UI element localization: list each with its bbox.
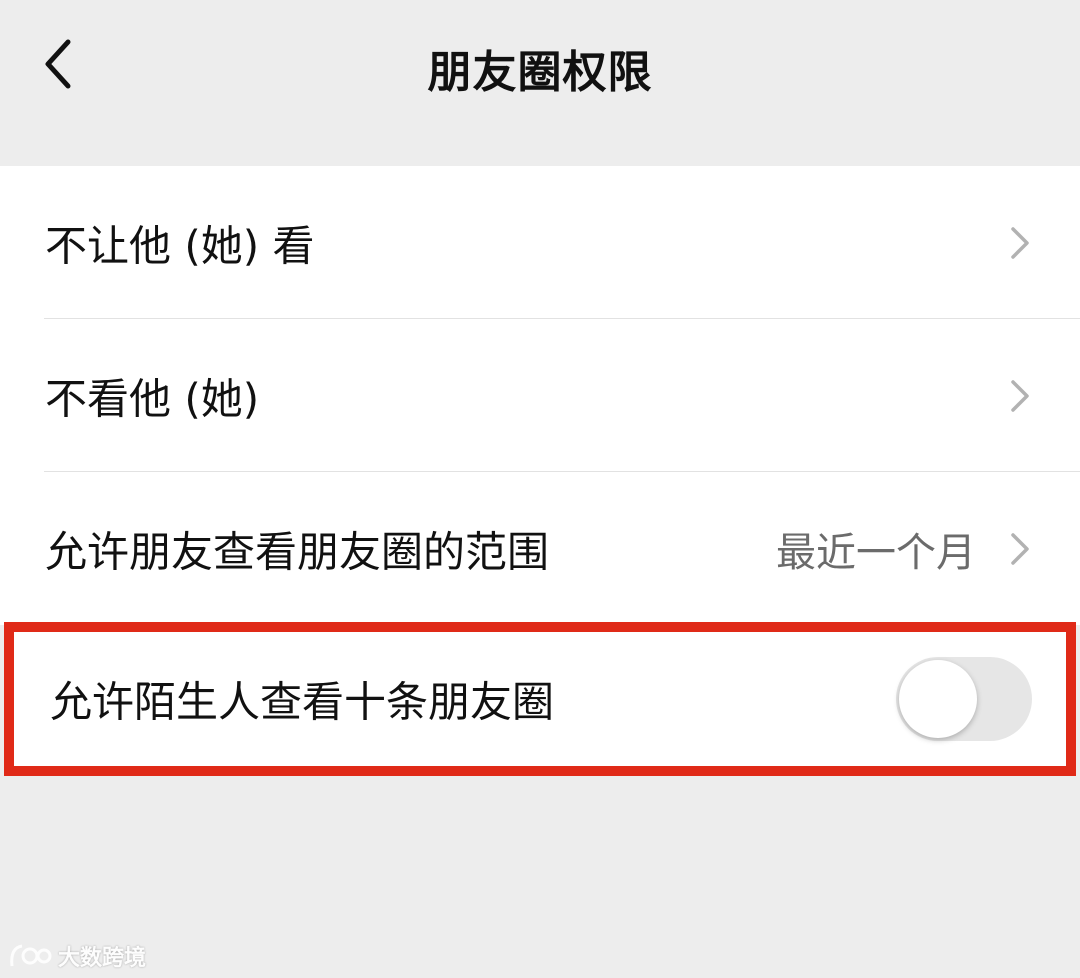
chevron-right-icon	[1008, 376, 1032, 416]
navigation-bar: 朋友圈权限	[0, 0, 1080, 140]
setting-label: 允许陌生人查看十条朋友圈	[50, 677, 555, 727]
chevron-right-icon	[1008, 529, 1032, 569]
settings-list: 不让他 (她) 看 不看他 (她) 允许朋友查看朋友圈的范围 最近一个月	[0, 166, 1080, 625]
stranger-view-toggle[interactable]	[896, 657, 1032, 741]
setting-row-hide-my-moments[interactable]: 不让他 (她) 看	[0, 166, 1080, 319]
setting-row-hide-their-moments[interactable]: 不看他 (她)	[0, 319, 1080, 472]
page-title: 朋友圈权限	[427, 47, 653, 98]
setting-row-stranger-ten-posts: 允许陌生人查看十条朋友圈	[4, 622, 1076, 776]
chevron-right-icon	[1008, 223, 1032, 263]
highlighted-section: 允许陌生人查看十条朋友圈	[0, 618, 1080, 776]
watermark: 大数跨境	[8, 940, 146, 972]
setting-label: 允许朋友查看朋友圈的范围	[45, 527, 550, 576]
setting-label: 不看他 (她)	[45, 374, 260, 423]
setting-row-visible-range[interactable]: 允许朋友查看朋友圈的范围 最近一个月	[0, 472, 1080, 625]
watermark-text: 大数跨境	[58, 946, 147, 971]
watermark-logo-icon	[8, 942, 52, 970]
toggle-knob	[899, 660, 977, 738]
setting-label: 不让他 (她) 看	[45, 221, 315, 270]
setting-value: 最近一个月	[776, 529, 976, 576]
